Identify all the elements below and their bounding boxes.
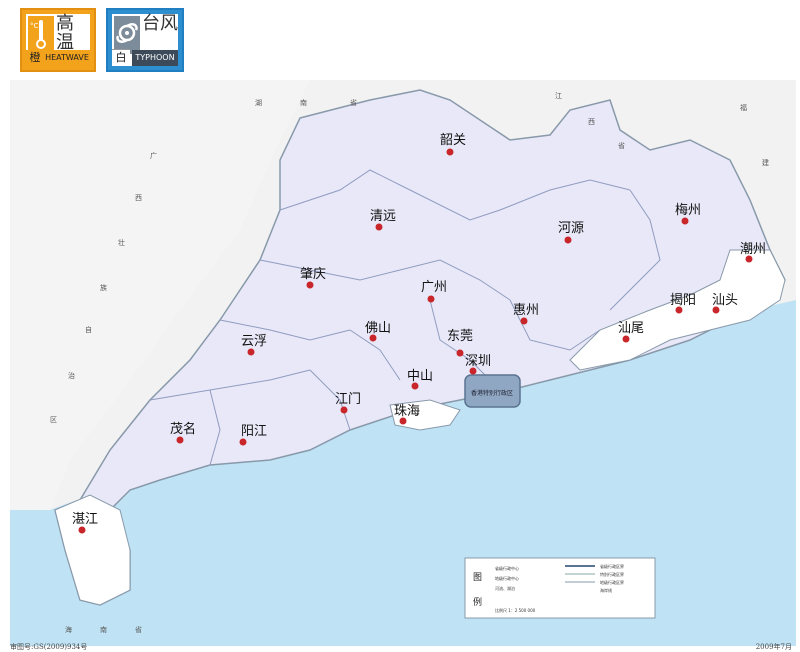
svg-text:比例尺 1：2 500 000: 比例尺 1：2 500 000	[495, 607, 536, 613]
heatwave-warning-badge[interactable]: °C 高温 橙 HEATWAVE	[20, 8, 96, 72]
svg-text:地级行政中心: 地级行政中心	[495, 575, 519, 581]
svg-text:深圳: 深圳	[465, 354, 491, 369]
fujian-label-1: 福	[740, 103, 747, 112]
svg-text:东莞: 东莞	[447, 329, 473, 344]
svg-text:河流、湖泊: 河流、湖泊	[495, 585, 515, 591]
svg-text:地级行政区界: 地级行政区界	[600, 579, 624, 585]
jiangxi-label-2: 西	[588, 118, 595, 126]
svg-text:°C: °C	[30, 22, 39, 30]
guangxi-label-2: 西	[135, 194, 142, 202]
hainan-label-3: 省	[135, 625, 142, 634]
svg-text:海岸线: 海岸线	[600, 587, 612, 593]
svg-text:梅州: 梅州	[675, 203, 701, 218]
map-svg: 香港特别行政区 湖 南 省 江 西 省 福 建 广 西 壮 族 自 治 区 海 …	[10, 80, 796, 646]
svg-text:湛江: 湛江	[72, 512, 98, 527]
svg-text:清远: 清远	[370, 209, 396, 224]
hunan-label-2: 南	[300, 98, 307, 107]
map-approval-number: 审图号:GS(2009)934号	[10, 643, 88, 651]
svg-text:云浮: 云浮	[241, 334, 267, 349]
warning-badges: °C 高温 橙 HEATWAVE 台风 白 TYPHOON	[0, 0, 800, 80]
svg-text:江门: 江门	[335, 392, 361, 407]
svg-text:省级行政区界: 省级行政区界	[600, 563, 624, 569]
svg-text:省级行政中心: 省级行政中心	[495, 565, 519, 571]
svg-text:广州: 广州	[421, 280, 447, 295]
svg-text:珠海: 珠海	[394, 404, 420, 419]
guangxi-label-1: 广	[150, 151, 157, 160]
map-legend: 图 例 省级行政中心 地级行政中心 河流、湖泊 省级行政区界 特别行政区界 地级…	[464, 557, 656, 619]
svg-text:阳江: 阳江	[241, 424, 267, 439]
svg-text:肇庆: 肇庆	[300, 267, 326, 282]
map-date: 2009年7月	[755, 643, 792, 651]
svg-text:图: 图	[473, 572, 482, 583]
typhoon-warning-badge[interactable]: 台风 白 TYPHOON	[106, 8, 184, 72]
jiangxi-label-3: 省	[618, 141, 625, 150]
svg-text:揭阳: 揭阳	[670, 293, 696, 308]
guangxi-label-4: 族	[100, 283, 107, 292]
fujian-label-2: 建	[762, 158, 769, 167]
svg-text:汕尾: 汕尾	[618, 321, 644, 336]
svg-text:河源: 河源	[558, 221, 584, 236]
typhoon-english: TYPHOON	[132, 50, 178, 66]
heatwave-level: 橙	[26, 50, 44, 66]
svg-text:茂名: 茂名	[170, 421, 196, 437]
typhoon-title: 台风	[142, 13, 178, 34]
hunan-label-3: 省	[350, 98, 357, 107]
svg-text:佛山: 佛山	[365, 321, 391, 336]
svg-text:惠州: 惠州	[513, 303, 539, 318]
guangxi-label-3: 壮	[118, 238, 125, 247]
hainan-label-1: 海	[65, 625, 72, 634]
guangdong-map[interactable]: 香港特别行政区 湖 南 省 江 西 省 福 建 广 西 壮 族 自 治 区 海 …	[10, 80, 796, 646]
jiangxi-label-1: 江	[555, 92, 562, 100]
thermometer-icon: °C	[28, 16, 54, 54]
hunan-label-1: 湖	[255, 98, 262, 107]
svg-text:汕头: 汕头	[712, 293, 738, 308]
hong-kong-label: 香港特别行政区	[471, 389, 513, 397]
svg-text:例: 例	[473, 596, 482, 608]
heatwave-title: 高温	[56, 13, 74, 53]
guangxi-label-5: 自	[85, 325, 92, 334]
guangxi-label-6: 治	[68, 371, 75, 380]
svg-text:中山: 中山	[407, 369, 433, 384]
hainan-label-2: 南	[100, 625, 107, 634]
svg-text:特别行政区界: 特别行政区界	[600, 571, 624, 577]
guangxi-label-7: 区	[50, 416, 57, 424]
svg-text:潮州: 潮州	[740, 242, 766, 257]
typhoon-level: 白	[112, 49, 130, 66]
svg-text:韶关: 韶关	[440, 132, 466, 148]
heatwave-english: HEATWAVE	[44, 50, 90, 66]
